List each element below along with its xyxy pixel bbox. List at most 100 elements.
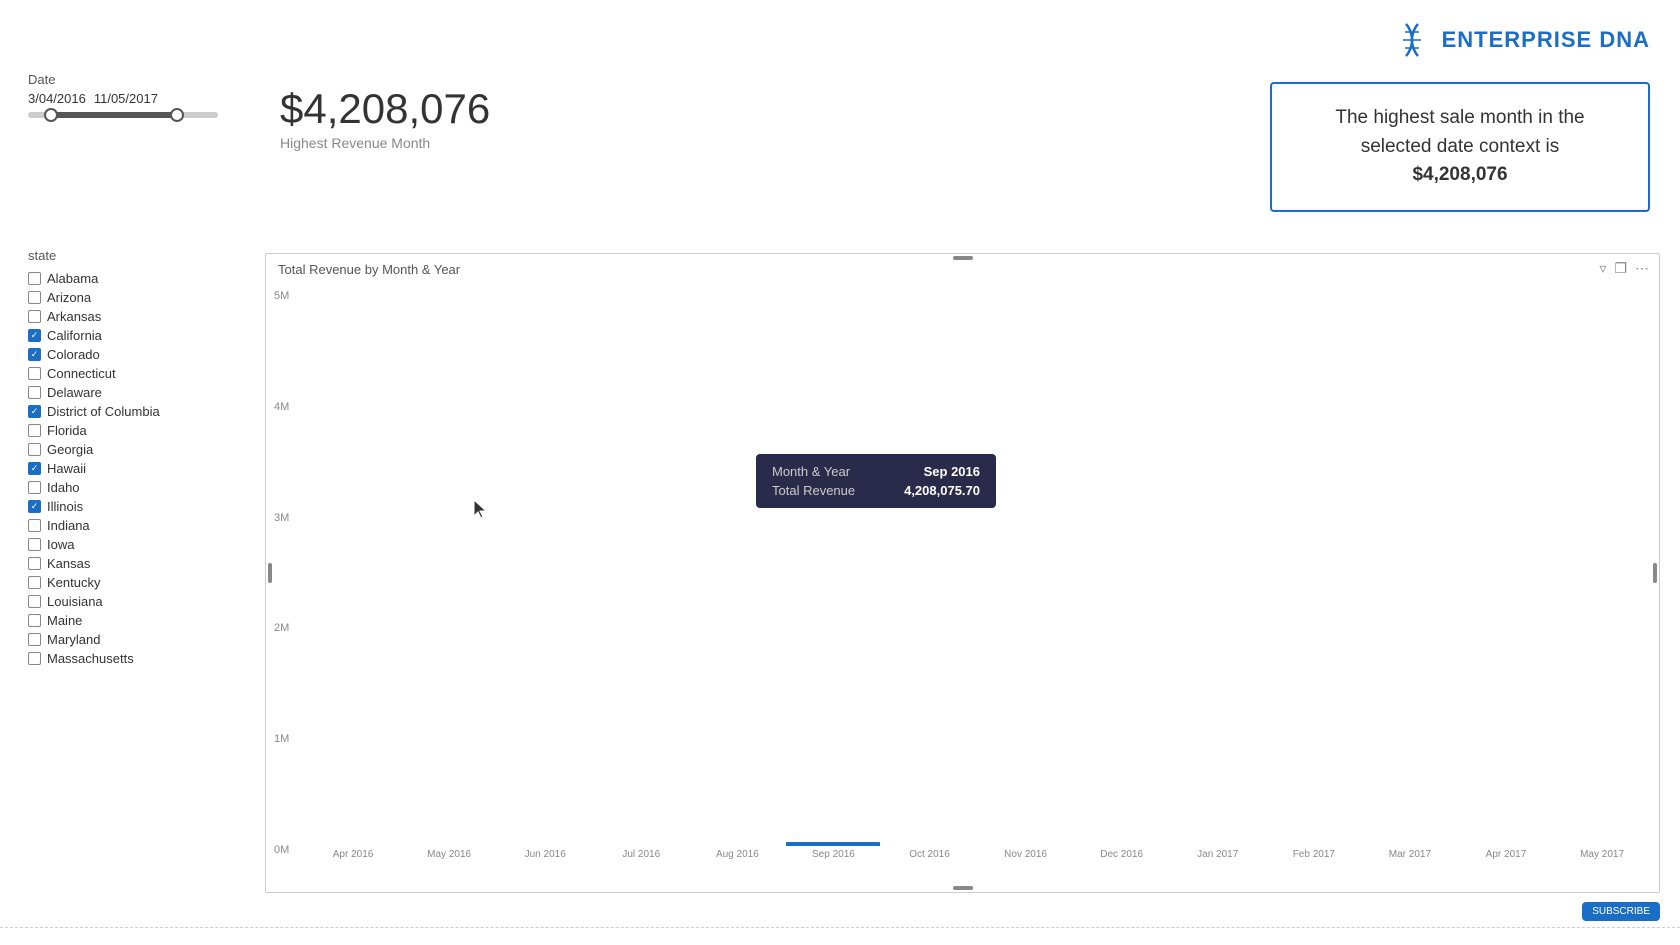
state-name: Alabama [47, 271, 98, 286]
date-filter: Date 3/04/2016 11/05/2017 [28, 72, 218, 118]
dna-icon [1390, 18, 1434, 62]
bar-group[interactable]: Jul 2016 [594, 846, 688, 860]
state-checkbox[interactable] [28, 652, 41, 665]
bar-group[interactable]: Aug 2016 [690, 846, 784, 860]
state-item[interactable]: Georgia [28, 442, 258, 457]
info-box-text: The highest sale month in the selected d… [1296, 104, 1624, 190]
date-slider[interactable] [28, 112, 218, 118]
x-axis-label: Apr 2016 [333, 849, 374, 860]
filter-icon[interactable]: ▿ [1599, 260, 1606, 277]
more-icon[interactable]: ⋯ [1635, 260, 1649, 277]
bar-group[interactable]: Mar 2017 [1363, 846, 1457, 860]
state-checkbox[interactable] [28, 424, 41, 437]
bottom-bar [0, 927, 1680, 945]
bar-group[interactable]: Apr 2017 [1459, 846, 1553, 860]
expand-icon[interactable]: ❐ [1614, 260, 1627, 277]
state-item[interactable]: Indiana [28, 518, 258, 533]
resize-top[interactable] [953, 256, 973, 260]
y-axis-label: 2M [274, 622, 289, 634]
state-checkbox[interactable] [28, 500, 41, 513]
state-name: California [47, 328, 102, 343]
state-item[interactable]: Connecticut [28, 366, 258, 381]
kpi-area: $4,208,076 Highest Revenue Month [280, 85, 490, 151]
bar-group[interactable]: Feb 2017 [1267, 846, 1361, 860]
resize-bottom[interactable] [953, 886, 973, 890]
state-checkbox[interactable] [28, 310, 41, 323]
state-checkbox[interactable] [28, 519, 41, 532]
state-name: Illinois [47, 499, 83, 514]
state-item[interactable]: Kentucky [28, 575, 258, 590]
state-item[interactable]: Iowa [28, 537, 258, 552]
bar-group[interactable]: Jan 2017 [1171, 846, 1265, 860]
state-item[interactable]: Hawaii [28, 461, 258, 476]
state-item[interactable]: California [28, 328, 258, 343]
state-item[interactable]: Arizona [28, 290, 258, 305]
bars-area: Apr 2016 May 2016Jun 2016Jul 2016 Aug 2016… [306, 290, 1649, 860]
state-checkbox[interactable] [28, 291, 41, 304]
date-end[interactable]: 11/05/2017 [94, 91, 158, 106]
state-name: District of Columbia [47, 404, 160, 419]
x-axis-label: Sep 2016 [812, 849, 855, 860]
state-item[interactable]: Colorado [28, 347, 258, 362]
chart-container: Total Revenue by Month & Year ▿ ❐ ⋯ 5M4M… [265, 253, 1660, 893]
x-axis-label: Mar 2017 [1389, 849, 1431, 860]
state-checkbox[interactable] [28, 557, 41, 570]
state-item[interactable]: Florida [28, 423, 258, 438]
state-checkbox[interactable] [28, 538, 41, 551]
state-item[interactable]: Massachusetts [28, 651, 258, 666]
state-item[interactable]: Illinois [28, 499, 258, 514]
bar-group[interactable]: Jun 2016 [498, 846, 592, 860]
state-name: Iowa [47, 537, 74, 552]
state-item[interactable]: Arkansas [28, 309, 258, 324]
chart-icons: ▿ ❐ ⋯ [1599, 260, 1649, 277]
state-checkbox[interactable] [28, 595, 41, 608]
info-box: The highest sale month in the selected d… [1270, 82, 1650, 212]
state-checkbox[interactable] [28, 481, 41, 494]
kpi-label: Highest Revenue Month [280, 135, 490, 151]
state-item[interactable]: Delaware [28, 385, 258, 400]
date-label: Date [28, 72, 218, 87]
subscribe-button[interactable]: SUBSCRIBE [1582, 902, 1660, 921]
state-name: Arkansas [47, 309, 101, 324]
state-name: Massachusetts [47, 651, 134, 666]
state-item[interactable]: Louisiana [28, 594, 258, 609]
state-item[interactable]: Maryland [28, 632, 258, 647]
state-checkbox[interactable] [28, 614, 41, 627]
state-checkbox[interactable] [28, 386, 41, 399]
date-start[interactable]: 3/04/2016 [28, 91, 86, 106]
x-axis-label: Apr 2017 [1486, 849, 1527, 860]
bar-group[interactable]: Oct 2016 [882, 846, 976, 860]
state-name: Maryland [47, 632, 100, 647]
state-name: Connecticut [47, 366, 116, 381]
bar-group[interactable]: May 2017 [1555, 846, 1649, 860]
state-name: Idaho [47, 480, 80, 495]
bar-group[interactable]: Apr 2016 [306, 846, 400, 860]
state-item[interactable]: Maine [28, 613, 258, 628]
x-axis-label: Feb 2017 [1293, 849, 1335, 860]
state-item[interactable]: Kansas [28, 556, 258, 571]
state-name: Indiana [47, 518, 90, 533]
state-checkbox[interactable] [28, 348, 41, 361]
bar[interactable] [786, 842, 880, 846]
bar-group[interactable]: May 2016 [402, 846, 496, 860]
bar-group[interactable]: Sep 2016 [786, 842, 880, 860]
y-axis: 5M4M3M2M1M0M [274, 286, 289, 860]
state-checkbox[interactable] [28, 443, 41, 456]
state-item[interactable]: District of Columbia [28, 404, 258, 419]
bar-group[interactable]: Nov 2016 [979, 846, 1073, 860]
state-checkbox[interactable] [28, 576, 41, 589]
state-checkbox[interactable] [28, 367, 41, 380]
state-name: Delaware [47, 385, 102, 400]
x-axis-label: Nov 2016 [1004, 849, 1047, 860]
bar-group[interactable]: Dec 2016 [1075, 846, 1169, 860]
state-item[interactable]: Alabama [28, 271, 258, 286]
state-item[interactable]: Idaho [28, 480, 258, 495]
state-checkbox[interactable] [28, 272, 41, 285]
state-name: Kansas [47, 556, 90, 571]
x-axis-label: Aug 2016 [716, 849, 759, 860]
state-checkbox[interactable] [28, 633, 41, 646]
state-checkbox[interactable] [28, 405, 41, 418]
state-checkbox[interactable] [28, 329, 41, 342]
y-axis-label: 3M [274, 512, 289, 524]
state-checkbox[interactable] [28, 462, 41, 475]
